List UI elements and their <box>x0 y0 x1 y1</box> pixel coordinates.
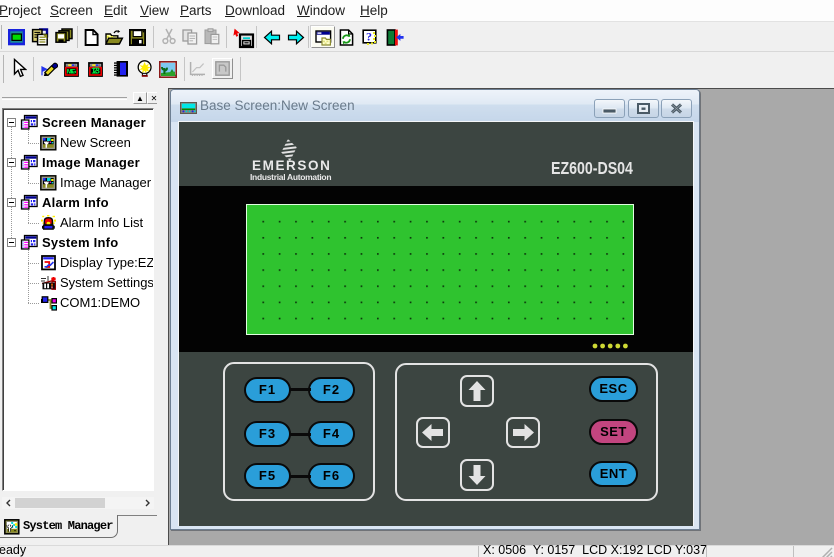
svg-text:123: 123 <box>91 67 100 76</box>
svg-text:MSG: MSG <box>67 68 77 75</box>
svg-text:?: ? <box>366 30 372 44</box>
